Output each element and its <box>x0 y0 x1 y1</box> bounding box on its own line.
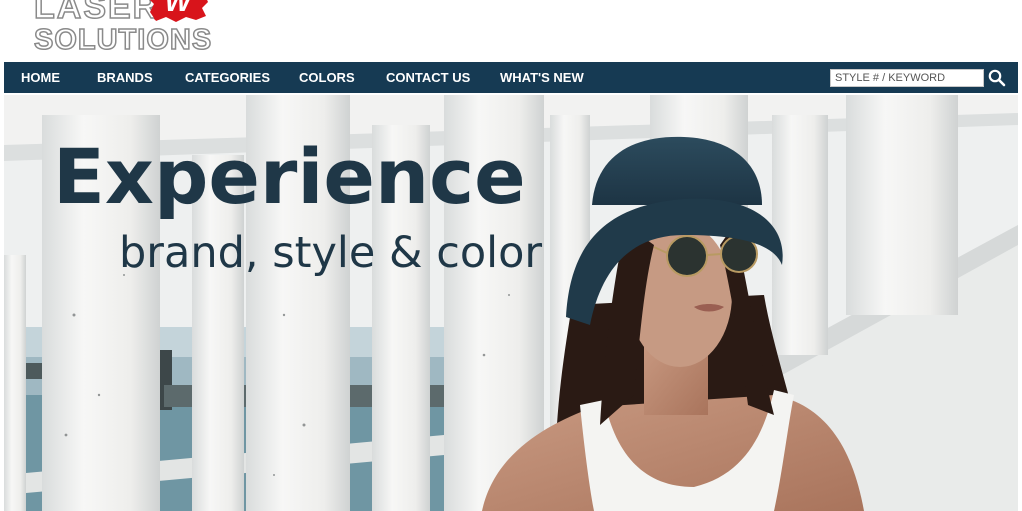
logo-text-bottom: SOLUTIONS <box>33 24 213 56</box>
nav-item-categories[interactable]: CATEGORIES <box>185 62 270 93</box>
hero-banner[interactable]: Experience brand, style & color <box>4 95 1018 511</box>
nav-item-colors[interactable]: COLORS <box>299 62 355 93</box>
hero-headline: Experience <box>53 132 526 221</box>
main-navigation: HOME BRANDS CATEGORIES COLORS CONTACT US… <box>4 62 1018 93</box>
nav-item-brands[interactable]: BRANDS <box>97 62 153 93</box>
search-icon[interactable] <box>987 68 1007 88</box>
search-input[interactable] <box>830 69 984 87</box>
nav-item-home[interactable]: HOME <box>21 62 60 93</box>
hero-subheadline: brand, style & color <box>119 228 543 278</box>
nav-item-contact-us[interactable]: CONTACT US <box>386 62 470 93</box>
logo-badge-letter: W <box>164 0 192 17</box>
logo-text-top: LASER <box>33 0 160 26</box>
nav-item-whats-new[interactable]: WHAT'S NEW <box>500 62 584 93</box>
site-logo[interactable]: LASER W SOLUTIONS <box>33 0 224 60</box>
